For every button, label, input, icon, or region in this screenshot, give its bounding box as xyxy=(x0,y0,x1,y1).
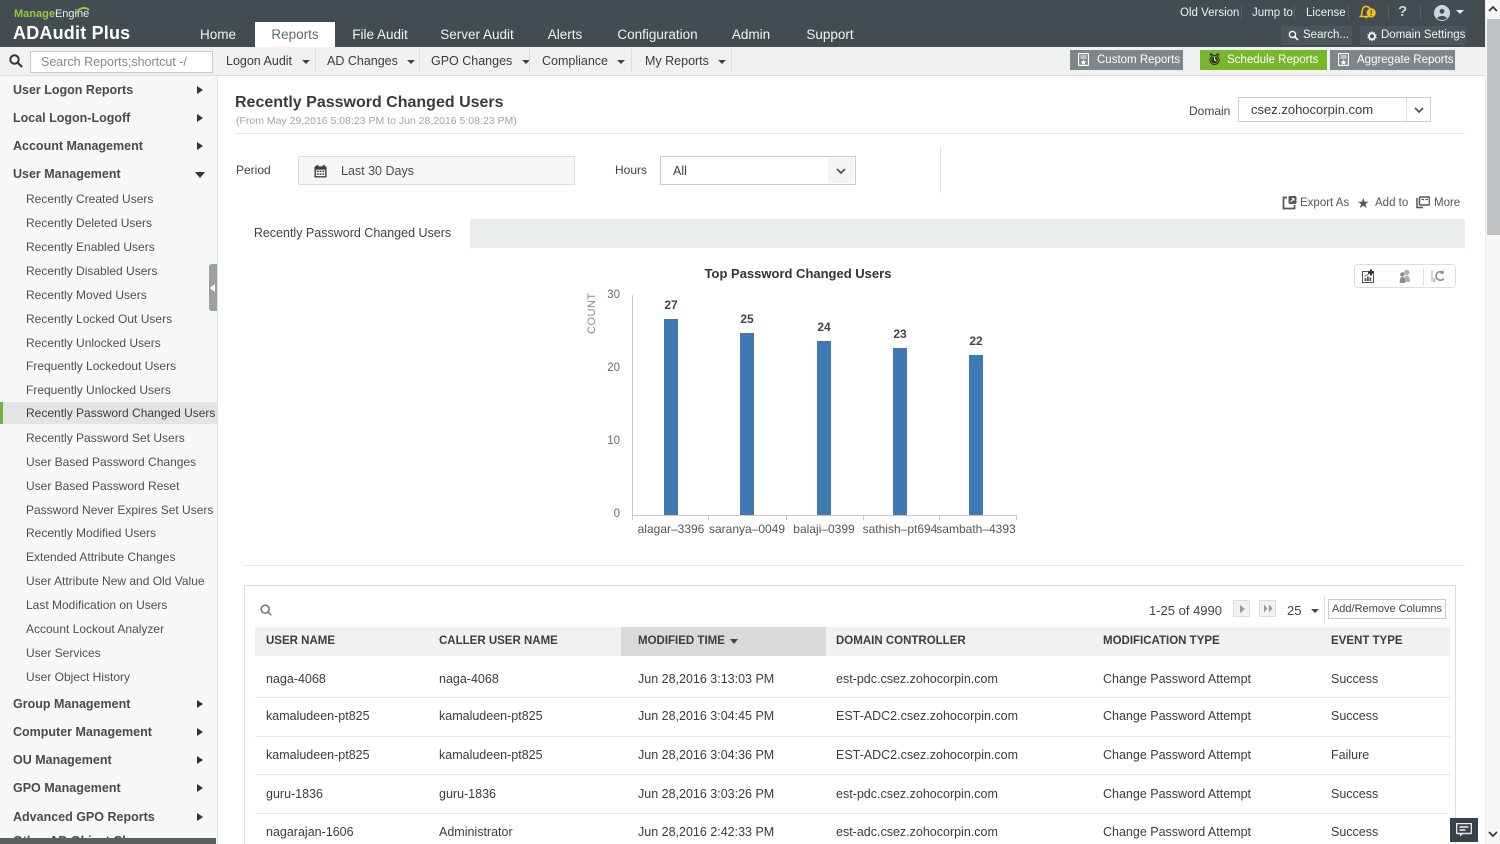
svg-text:!: ! xyxy=(1370,8,1373,18)
